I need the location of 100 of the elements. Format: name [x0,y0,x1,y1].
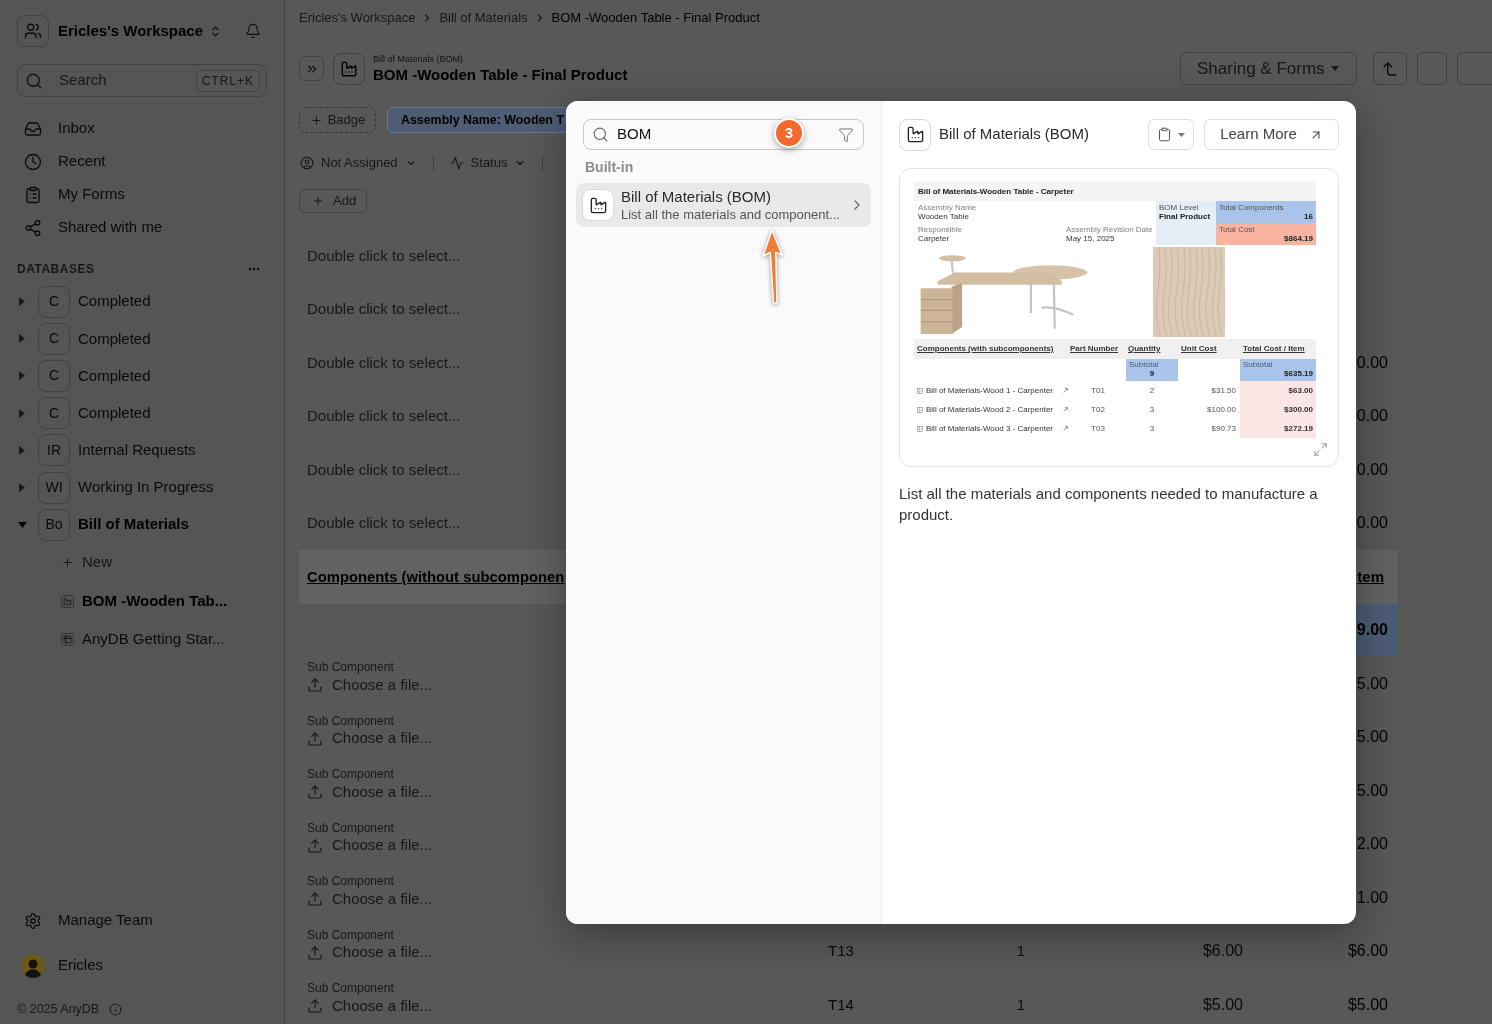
breadcrumb-link[interactable]: BOM -Wooden Table - Final Product [551,8,760,28]
caret-down-icon[interactable] [17,521,27,528]
field-label: Sub Component [307,873,394,889]
upload-link[interactable]: Choose a file... [332,941,433,964]
part-number-text: T02 [1091,403,1105,416]
corner-arrow-button[interactable] [1373,52,1407,85]
total-cost-text: $6.00 [1347,941,1388,962]
part-number-text: T14 [828,994,854,1015]
factory-icon [60,594,74,608]
caret-right-icon[interactable] [19,371,25,381]
select-placeholder[interactable]: Double click to select... [307,298,461,321]
upload-icon[interactable] [307,891,323,907]
template-description: List all the materials and components needed to manufacture a product. [899,484,1319,525]
filter-dropdown[interactable]: Status [449,153,527,173]
expand-sidebar-button[interactable] [299,56,324,81]
field-label: Sub Component [307,766,394,782]
database-name[interactable]: Completed [78,401,151,425]
document-title-bar: Bill of Materials-Wooden Table - Carpeter [914,182,1316,201]
section-label: DATABASES [17,261,95,278]
select-placeholder[interactable]: Double click to select... [307,244,461,267]
caret-right-icon[interactable] [19,483,25,493]
nav-item[interactable]: Recent [17,145,267,178]
upload-link[interactable]: Choose a file... [332,887,433,911]
group-label: Built-in [584,157,635,177]
expand-icon[interactable] [1313,442,1328,457]
search-field[interactable]: Search CTRL+K [17,64,267,97]
upload-link[interactable]: Choose a file... [332,727,433,750]
upload-link[interactable]: Choose a file... [332,994,433,1018]
share-icon [24,218,42,237]
nav-item[interactable]: Inbox [17,112,267,145]
nav-item[interactable]: Shared with me [17,211,267,244]
filter-dropdown[interactable]: Not Assigned [300,153,417,173]
user-name[interactable]: Ericles [58,954,103,977]
workspace-name[interactable]: Ericles's Workspace [58,19,204,43]
add-badge-button[interactable]: Badge [299,107,376,133]
learn-more-button[interactable]: Learn More [1204,119,1339,150]
page-link[interactable]: BOM -Wooden Tab... [82,589,228,613]
field-label: Assembly Revision Date [1066,225,1153,234]
bell-icon[interactable] [245,23,261,39]
database-name[interactable]: Internal Requests [78,439,196,462]
unit-cost-text: $5.00 [1202,994,1243,1015]
database-name[interactable]: Completed [78,327,151,351]
upload-icon[interactable] [307,730,323,747]
select-placeholder[interactable]: Double click to select... [307,405,461,428]
nav-item[interactable]: My Forms [17,178,267,211]
table-icon [917,387,923,394]
sharing-forms-button[interactable]: Sharing & Forms [1180,52,1357,85]
caret-right-icon[interactable] [19,297,25,307]
page-link[interactable]: New [82,551,112,574]
upload-link[interactable]: Choose a file... [332,673,433,697]
breadcrumb-link[interactable]: Bill of Materials [439,8,528,28]
select-placeholder[interactable]: Double click to select... [307,458,461,481]
activity-icon [449,156,464,170]
field-label: Sub Component [307,980,394,996]
upload-link[interactable]: Choose a file... [332,834,433,857]
initials-tile: Bo [38,508,70,541]
column-header: Components (without subcomponen [307,567,565,587]
select-placeholder[interactable]: Double click to select... [307,512,461,535]
database-name[interactable]: Completed [78,364,151,388]
copyright-text: © 2025 AnyDB [17,1000,100,1018]
manage-team-link[interactable]: Manage Team [17,904,267,937]
field-value: Wooden Table [918,212,969,222]
template-list-item[interactable]: Bill of Materials (BOM) List all the materials and component... [576,183,871,227]
breadcrumb-link[interactable]: Ericles's Workspace [299,8,416,28]
user-circle-icon [300,156,314,170]
caret-right-icon[interactable] [19,334,25,344]
avatar-icon[interactable] [21,953,45,978]
upload-icon[interactable] [307,677,323,693]
select-placeholder[interactable]: Double click to select... [307,351,461,374]
toolbar-button[interactable] [1457,52,1492,85]
clock-icon [24,152,42,171]
users-icon[interactable] [17,15,49,47]
template-description: List all the materials and component... [621,205,840,223]
upload-icon[interactable] [307,944,323,961]
subtotal-cell: Subtotal $635.19 [1240,359,1316,381]
add-button[interactable]: Add [299,189,367,213]
unit-cost-text: $100.00 [1207,403,1236,416]
field-label: Sub Component [307,819,394,836]
page-link[interactable]: AnyDB Getting Star... [82,628,225,651]
database-name[interactable]: Bill of Materials [78,513,189,536]
initials-tile: C [38,397,70,430]
clipboard-icon [1157,127,1172,142]
caret-right-icon[interactable] [19,408,25,418]
upload-icon[interactable] [307,837,323,854]
upload-link[interactable]: Choose a file... [332,780,433,804]
info-icon[interactable] [109,1002,123,1016]
caret-right-icon[interactable] [19,445,25,455]
column-header: Components (with subcomponents) [917,344,1054,354]
field-label: Assembly Name [918,203,977,212]
column-header: tem [1357,566,1384,587]
unit-cost-text: $6.00 [1202,941,1243,962]
upload-icon[interactable] [307,998,323,1014]
toolbar-button[interactable] [1417,52,1447,85]
upload-icon[interactable] [307,784,323,800]
database-name[interactable]: Working In Progress [78,476,214,499]
database-name[interactable]: Completed [78,290,151,313]
field-label: Responsible [918,225,963,234]
clipboard-dropdown[interactable] [1148,119,1194,150]
filter-icon[interactable] [838,126,854,143]
assembly-name-chip[interactable]: Assembly Name: Wooden T [387,107,569,133]
